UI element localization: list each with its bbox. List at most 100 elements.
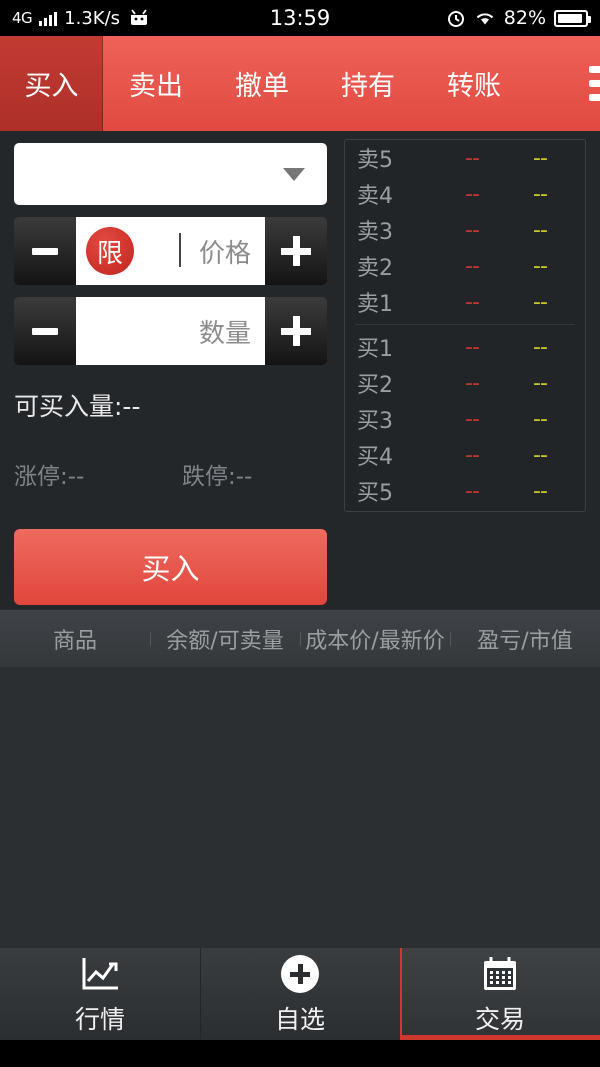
order-book-row[interactable]: 买2 -- -- (345, 365, 585, 401)
status-bar-left: 4G 1.3K/s (12, 8, 151, 29)
order-book-label: 买2 (357, 373, 393, 398)
order-book-row[interactable]: 买4 -- -- (345, 437, 585, 473)
positions-table-body (0, 667, 600, 948)
price-decrement-button[interactable] (14, 217, 76, 285)
chevron-down-icon (283, 167, 305, 181)
order-book-volume: -- (533, 145, 548, 171)
order-book-price: -- (465, 253, 480, 279)
order-book-volume: -- (533, 370, 548, 396)
column-header-product: 商品 (52, 628, 97, 654)
order-book-row[interactable]: 买1 -- -- (345, 329, 585, 365)
price-limits: 涨停:-- 跌停:-- (14, 457, 327, 491)
order-book-label: 买3 (357, 409, 393, 434)
order-book-volume: -- (533, 217, 548, 243)
order-book-row[interactable]: 卖2 -- -- (345, 248, 585, 284)
battery-percent-label: 82% (503, 7, 546, 29)
lower-limit-label: 跌停:-- (182, 464, 253, 490)
network-speed-label: 1.3K/s (64, 7, 121, 29)
order-book-price: -- (465, 370, 480, 396)
order-book-price: -- (465, 442, 480, 468)
tab-transfer-label: 转账 (447, 71, 501, 102)
tab-holdings-label: 持有 (341, 71, 395, 102)
bottom-nav-item-trade[interactable]: 交易 (400, 948, 600, 1040)
order-book-row[interactable]: 买3 -- -- (345, 401, 585, 437)
order-book-label: 卖1 (357, 292, 393, 317)
available-quantity-label: 可买入量:-- (14, 392, 141, 421)
wifi-icon (476, 13, 493, 25)
bottom-nav-item-quotes[interactable]: 行情 (0, 948, 200, 1040)
order-book-volume: -- (533, 334, 548, 360)
tab-cancel-order[interactable]: 撤单 (209, 36, 315, 131)
tab-transfer[interactable]: 转账 (421, 36, 527, 131)
bottom-navigation: 行情 自选 交易 (0, 948, 600, 1040)
order-book-price: -- (465, 217, 480, 243)
price-stepper-row: 限 价格 (14, 217, 327, 285)
order-book-volume: -- (533, 442, 548, 468)
order-book-price: -- (465, 334, 480, 360)
order-book-price: -- (465, 289, 480, 315)
order-book-price: -- (465, 406, 480, 432)
tab-buy-label: 买入 (24, 71, 79, 102)
price-field[interactable]: 限 价格 (76, 217, 265, 285)
android-robot-icon (131, 9, 148, 25)
order-book-label: 卖5 (357, 148, 393, 173)
upper-limit-label: 涨停:-- (14, 464, 85, 490)
tab-buy[interactable]: 买入 (0, 36, 103, 131)
order-book-label: 卖4 (357, 184, 393, 209)
column-header-pnl: 盈亏/市值 (450, 623, 600, 655)
order-book-price: -- (465, 145, 480, 171)
order-book-row[interactable]: 卖3 -- -- (345, 212, 585, 248)
order-book-row[interactable]: 卖5 -- -- (345, 140, 585, 176)
status-bar: 4G 1.3K/s 13:59 82% (0, 0, 600, 36)
symbol-select[interactable] (14, 143, 327, 205)
top-navigation: 买入 卖出 撤单 持有 转账 (0, 36, 600, 131)
column-header-cost-price: 成本价/最新价 (300, 623, 450, 655)
tab-sell-label: 卖出 (129, 71, 183, 102)
text-caret (179, 233, 181, 267)
calendar-icon (480, 952, 520, 996)
order-book-divider (355, 324, 575, 325)
bottom-nav-item-watchlist[interactable]: 自选 (200, 948, 400, 1040)
order-book-volume: -- (533, 181, 548, 207)
battery-icon (554, 9, 591, 27)
price-increment-button[interactable] (265, 217, 327, 285)
hamburger-menu-icon[interactable] (579, 36, 600, 131)
quantity-stepper-row: 数量 (14, 297, 327, 365)
order-book-volume: -- (533, 253, 548, 279)
quantity-field[interactable]: 数量 (76, 297, 265, 365)
order-book-label: 卖3 (357, 220, 393, 245)
order-book-row[interactable]: 买5 -- -- (345, 473, 585, 509)
status-bar-right: 82% (446, 7, 591, 29)
bottom-nav-label-quotes: 行情 (74, 1005, 125, 1034)
order-book-label: 买5 (357, 481, 393, 506)
column-header-balance: 余额/可卖量 (150, 623, 300, 655)
order-book-label: 卖2 (357, 256, 393, 281)
order-book-price: -- (465, 181, 480, 207)
tab-cancel-order-label: 撤单 (235, 71, 289, 102)
alarm-clock-icon (447, 11, 464, 27)
order-form: 限 价格 数量 可买入量:-- 涨停:-- 跌停:-- 买入 (14, 143, 327, 605)
bottom-nav-label-watchlist: 自选 (274, 1005, 325, 1034)
plus-circle-icon (281, 952, 319, 996)
bottom-nav-label-trade: 交易 (474, 1005, 525, 1034)
order-book-volume: -- (533, 478, 548, 504)
order-book-panel: 卖5 -- -- 卖4 -- -- 卖3 -- -- 卖2 -- -- 卖1 -… (344, 139, 586, 512)
order-book-label: 买1 (357, 337, 393, 362)
limit-order-badge[interactable]: 限 (86, 227, 134, 275)
top-nav-spacer (527, 36, 579, 131)
submit-buy-button[interactable]: 买入 (14, 529, 327, 605)
quantity-placeholder: 数量 (198, 318, 251, 349)
order-book-label: 买4 (357, 445, 393, 470)
order-book-row[interactable]: 卖4 -- -- (345, 176, 585, 212)
tab-holdings[interactable]: 持有 (315, 36, 421, 131)
order-book-volume: -- (533, 406, 548, 432)
line-chart-icon (78, 952, 122, 996)
order-book-price: -- (465, 478, 480, 504)
order-book-row[interactable]: 卖1 -- -- (345, 284, 585, 320)
quantity-decrement-button[interactable] (14, 297, 76, 365)
trade-panel: 限 价格 数量 可买入量:-- 涨停:-- 跌停:-- 买入 卖5 -- -- (0, 131, 600, 609)
positions-table-header: 商品 余额/可卖量 成本价/最新价 盈亏/市值 (0, 609, 600, 667)
quantity-increment-button[interactable] (265, 297, 327, 365)
order-book-volume: -- (533, 289, 548, 315)
tab-sell[interactable]: 卖出 (103, 36, 209, 131)
